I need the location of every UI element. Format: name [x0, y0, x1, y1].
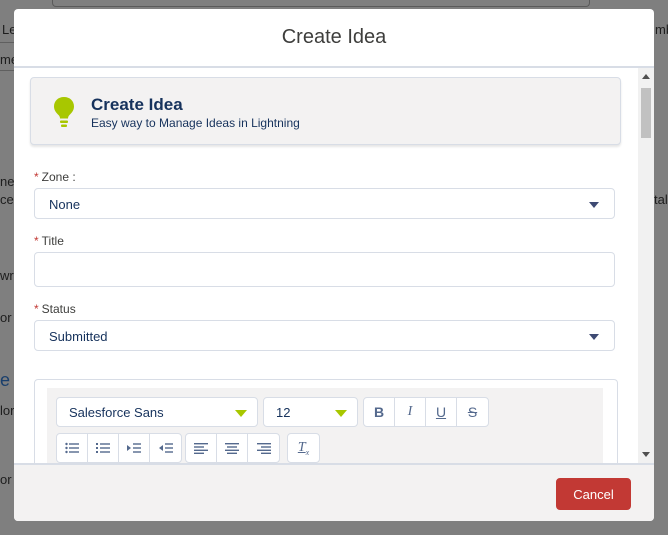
modal-footer: Cancel — [14, 463, 654, 521]
scroll-down-icon[interactable] — [642, 452, 650, 457]
required-indicator: * — [34, 234, 39, 248]
outdent-button[interactable] — [150, 434, 181, 462]
card-title: Create Idea — [91, 95, 183, 114]
outdent-icon — [158, 443, 173, 453]
underline-button[interactable]: U — [426, 398, 457, 426]
chevron-down-icon — [335, 410, 347, 417]
bullet-list-icon — [65, 442, 79, 454]
chevron-down-icon — [589, 202, 599, 208]
font-size-value: 12 — [276, 405, 291, 420]
align-right-icon — [256, 443, 271, 454]
background-search-box — [52, 0, 590, 7]
editor-toolbar: Salesforce Sans 12 B I U S Tx — [47, 388, 603, 463]
bold-icon: B — [373, 404, 385, 420]
scroll-up-icon[interactable] — [642, 74, 650, 79]
list-button-group — [56, 433, 182, 463]
background-text: lor — [0, 403, 15, 418]
card-subtitle: Easy way to Manage Ideas in Lightning — [91, 116, 300, 130]
required-indicator: * — [34, 302, 39, 316]
modal-body[interactable]: Create Idea Easy way to Manage Ideas in … — [14, 68, 654, 463]
align-left-button[interactable] — [186, 434, 217, 462]
zone-select[interactable]: None — [34, 188, 615, 219]
bullet-list-button[interactable] — [57, 434, 88, 462]
background-text: or — [0, 472, 12, 487]
strikethrough-button[interactable]: S — [457, 398, 488, 426]
status-label-text: Status — [41, 302, 76, 316]
background-tab-fragment-right: mbe — [655, 22, 668, 37]
modal-scrollbar[interactable] — [638, 68, 654, 463]
background-divider — [0, 70, 14, 71]
modal-title: Create Idea — [281, 26, 387, 48]
align-center-icon — [225, 443, 239, 454]
font-family-value: Salesforce Sans — [69, 405, 164, 420]
page-header-card: Create Idea Easy way to Manage Ideas in … — [30, 77, 621, 145]
zone-label: * Zone : — [34, 170, 76, 184]
strikethrough-icon: S — [467, 404, 478, 420]
numbered-list-button[interactable] — [88, 434, 119, 462]
align-button-group — [185, 433, 280, 463]
required-indicator: * — [34, 170, 39, 184]
background-text: tal — [654, 192, 668, 207]
clear-format-group: Tx — [287, 433, 320, 463]
background-heading: e — [0, 370, 11, 390]
background-divider — [0, 42, 14, 43]
status-label: * Status — [34, 302, 76, 316]
clear-format-button[interactable]: Tx — [288, 434, 319, 462]
scrollbar-thumb[interactable] — [641, 88, 651, 138]
zone-value: None — [49, 197, 81, 212]
background-text: or — [0, 310, 12, 325]
title-input[interactable] — [34, 252, 615, 287]
indent-button[interactable] — [119, 434, 150, 462]
bold-button[interactable]: B — [364, 398, 395, 426]
font-size-select[interactable]: 12 — [263, 397, 358, 427]
background-text: wr — [0, 268, 14, 283]
rich-text-editor[interactable]: Salesforce Sans 12 B I U S Tx — [34, 379, 618, 463]
create-idea-modal: Create Idea Create Idea Easy way to Mana… — [14, 9, 654, 521]
align-left-icon — [194, 443, 208, 454]
font-family-select[interactable]: Salesforce Sans — [56, 397, 258, 427]
indent-icon — [127, 443, 141, 453]
italic-button[interactable]: I — [395, 398, 426, 426]
title-label: * Title — [34, 234, 64, 248]
chevron-down-icon — [589, 334, 599, 340]
lightbulb-icon — [54, 97, 74, 127]
chevron-down-icon — [235, 410, 247, 417]
cancel-button[interactable]: Cancel — [556, 478, 631, 510]
italic-icon: I — [407, 404, 413, 419]
align-right-button[interactable] — [248, 434, 279, 462]
status-select[interactable]: Submitted — [34, 320, 615, 351]
status-value: Submitted — [49, 329, 108, 344]
format-button-group: B I U S — [363, 397, 489, 427]
modal-header: Create Idea — [14, 9, 654, 68]
title-label-text: Title — [41, 234, 64, 248]
numbered-list-icon — [96, 443, 110, 453]
underline-icon: U — [435, 404, 447, 420]
zone-label-text: Zone : — [41, 170, 76, 184]
clear-format-icon: Tx — [297, 439, 310, 457]
align-center-button[interactable] — [217, 434, 248, 462]
